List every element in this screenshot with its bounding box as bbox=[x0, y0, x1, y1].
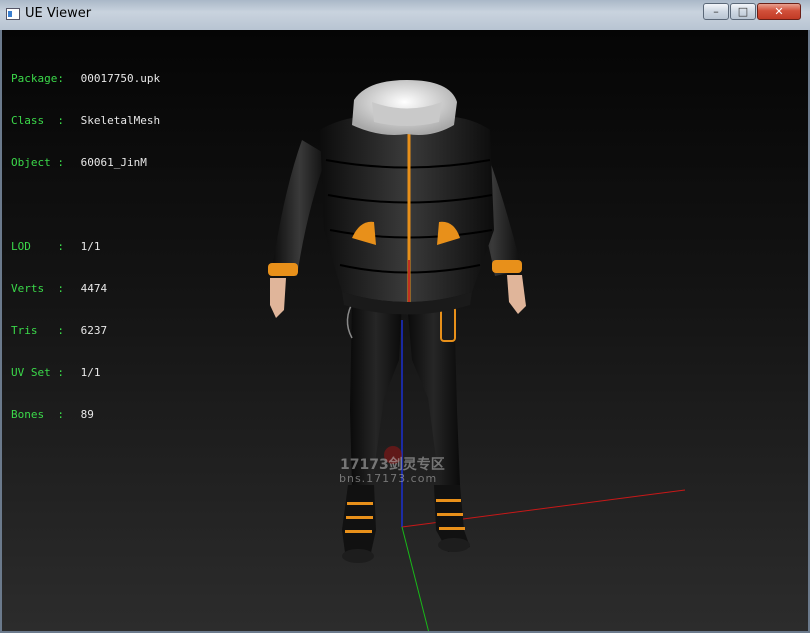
ue-viewer-window: UE Viewer – □ ✕ 17173剑灵专区 bns.17173.com … bbox=[0, 0, 810, 633]
info-label: Object : bbox=[11, 156, 64, 169]
info-label: LOD : bbox=[11, 240, 64, 253]
fur-hood bbox=[352, 80, 457, 135]
info-row-class: Class : SkeletalMesh bbox=[11, 114, 160, 128]
info-value: 89 bbox=[80, 408, 94, 421]
axis-z-line bbox=[401, 526, 430, 631]
info-value: 6237 bbox=[80, 324, 108, 337]
info-label: Class : bbox=[11, 114, 64, 127]
info-row-tris: Tris : 6237 bbox=[11, 324, 160, 338]
info-row-verts: Verts : 4474 bbox=[11, 282, 160, 296]
info-row-uvset: UV Set : 1/1 bbox=[11, 366, 160, 380]
info-label: Verts : bbox=[11, 282, 64, 295]
left-boot bbox=[342, 485, 376, 563]
info-value: SkeletalMesh bbox=[80, 114, 161, 127]
mesh-info-overlay: Package: 00017750.upk Class : SkeletalMe… bbox=[11, 44, 160, 450]
3d-viewport[interactable]: 17173剑灵专区 bns.17173.com Package: 0001775… bbox=[2, 30, 808, 631]
info-value: 60061_JinM bbox=[80, 156, 147, 169]
info-label: Tris : bbox=[11, 324, 64, 337]
left-arm bbox=[268, 140, 327, 318]
window-title: UE Viewer bbox=[25, 6, 92, 21]
watermark-url: bns.17173.com bbox=[339, 472, 438, 485]
app-icon bbox=[6, 8, 20, 20]
info-row-package: Package: 00017750.upk bbox=[11, 72, 160, 86]
info-label: Package: bbox=[11, 72, 64, 85]
close-button[interactable]: ✕ bbox=[757, 3, 801, 20]
info-value: 1/1 bbox=[80, 366, 101, 379]
info-label: UV Set : bbox=[11, 366, 64, 379]
info-value: 1/1 bbox=[80, 240, 101, 253]
watermark-title: 17173剑灵专区 bbox=[340, 457, 445, 473]
info-value: 4474 bbox=[80, 282, 108, 295]
info-label: Bones : bbox=[11, 408, 64, 421]
puffer-jacket bbox=[320, 115, 494, 315]
title-bar[interactable]: UE Viewer – □ ✕ bbox=[0, 0, 810, 30]
info-row-object: Object : 60061_JinM bbox=[11, 156, 160, 170]
info-row-lod: LOD : 1/1 bbox=[11, 240, 160, 254]
info-row-bones: Bones : 89 bbox=[11, 408, 160, 422]
info-value: 00017750.upk bbox=[80, 72, 161, 85]
maximize-button[interactable]: □ bbox=[730, 3, 756, 20]
minimize-button[interactable]: – bbox=[703, 3, 729, 20]
